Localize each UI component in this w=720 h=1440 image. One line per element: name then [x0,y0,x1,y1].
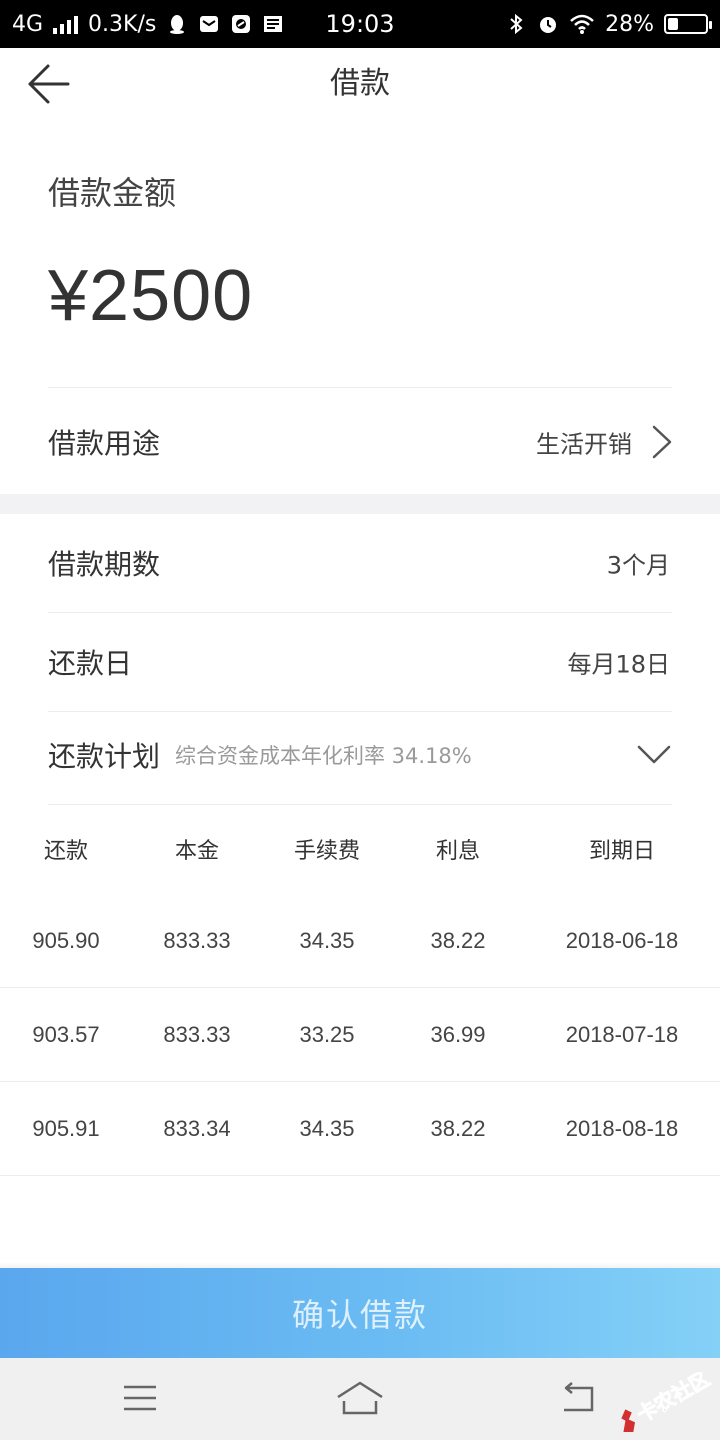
repayment-table: 还款 本金 手续费 利息 到期日 905.90 833.33 34.35 38.… [0,804,720,1176]
status-bar: 4G 0.3K/s 19:03 28% [0,0,720,48]
header-cell: 到期日 [588,839,655,864]
cell-interest: 38.22 [430,927,486,953]
header: 借款 [0,48,720,120]
screen: 4G 0.3K/s 19:03 28% 借款 借款金额 ¥2500 借款用途 生… [0,0,720,1440]
chevron-down-icon [637,745,671,764]
home-icon [337,1381,383,1415]
cell-fee: 34.35 [299,1115,355,1141]
menu-button[interactable] [110,1370,170,1426]
loan-terms-card: 借款期数 3个月 还款日 每月18日 还款计划 综合资金成本年化利率 34.18… [0,514,720,1264]
header-cell: 还款 [43,839,88,864]
return-icon [564,1382,594,1412]
table-row: 903.57 833.33 33.25 36.99 2018-07-18 [0,988,720,1082]
chevron-right-icon [652,425,672,459]
cell-fee: 33.25 [299,1021,355,1047]
cell-repayment: 903.57 [32,1021,100,1047]
header-cell: 本金 [174,839,219,864]
table-row: 905.90 833.33 34.35 38.22 2018-06-18 [0,894,720,988]
cell-principal: 833.33 [163,1021,231,1047]
cell-fee: 34.35 [299,927,355,953]
status-right: 28% [505,0,712,48]
cell-interest: 38.22 [430,1115,486,1141]
term-value: 3个月 [606,551,670,580]
menu-icon [124,1385,156,1411]
term-row[interactable]: 借款期数 3个月 [0,514,720,612]
repay-plan-row[interactable]: 还款计划 综合资金成本年化利率 34.18% [0,706,720,804]
loan-purpose-row[interactable]: 借款用途 生活开销 [0,390,720,494]
battery-fill [668,18,678,30]
plan-rate-text: 综合资金成本年化利率 34.18% [175,744,472,768]
battery-icon [664,14,712,34]
repay-day-row[interactable]: 还款日 每月18日 [0,613,720,711]
cell-due-date: 2018-08-18 [565,1115,679,1141]
cell-principal: 833.34 [163,1115,231,1141]
table-header: 还款 本金 手续费 利息 到期日 [0,804,720,894]
cell-principal: 833.33 [163,927,231,953]
loan-amount-card: 借款金额 ¥2500 借款用途 生活开销 [0,120,720,494]
header-cell: 手续费 [293,839,360,864]
cell-due-date: 2018-06-18 [565,927,679,953]
cell-repayment: 905.91 [32,1115,100,1141]
purpose-value: 生活开销 [536,430,632,459]
confirm-loan-button[interactable]: 确认借款 [0,1268,720,1358]
page-title: 借款 [330,66,390,101]
bluetooth-icon [510,13,523,35]
cell-due-date: 2018-07-18 [565,1021,679,1047]
alarm-icon [540,17,557,33]
term-label: 借款期数 [48,548,161,581]
cell-repayment: 905.90 [32,927,100,953]
battery-percent: 28% [605,11,654,37]
repay-day-label: 还款日 [48,647,133,680]
purpose-label: 借款用途 [48,427,161,460]
cell-interest: 36.99 [430,1021,486,1047]
repay-day-value: 每月18日 [567,650,670,679]
watermark-text: 卡农社区 [633,1372,712,1427]
return-button[interactable] [548,1370,608,1426]
section-separator [0,494,720,514]
wifi-icon [570,14,594,34]
home-button[interactable] [330,1370,390,1426]
amount-label: 借款金额 [48,174,177,212]
table-row: 905.91 833.34 34.35 38.22 2018-08-18 [0,1082,720,1176]
watermark-logo: 卡农社区 [621,1372,712,1432]
amount-value[interactable]: ¥2500 [48,255,253,337]
header-cell: 利息 [435,839,480,864]
plan-label: 还款计划 [48,740,161,773]
divider [48,387,672,388]
